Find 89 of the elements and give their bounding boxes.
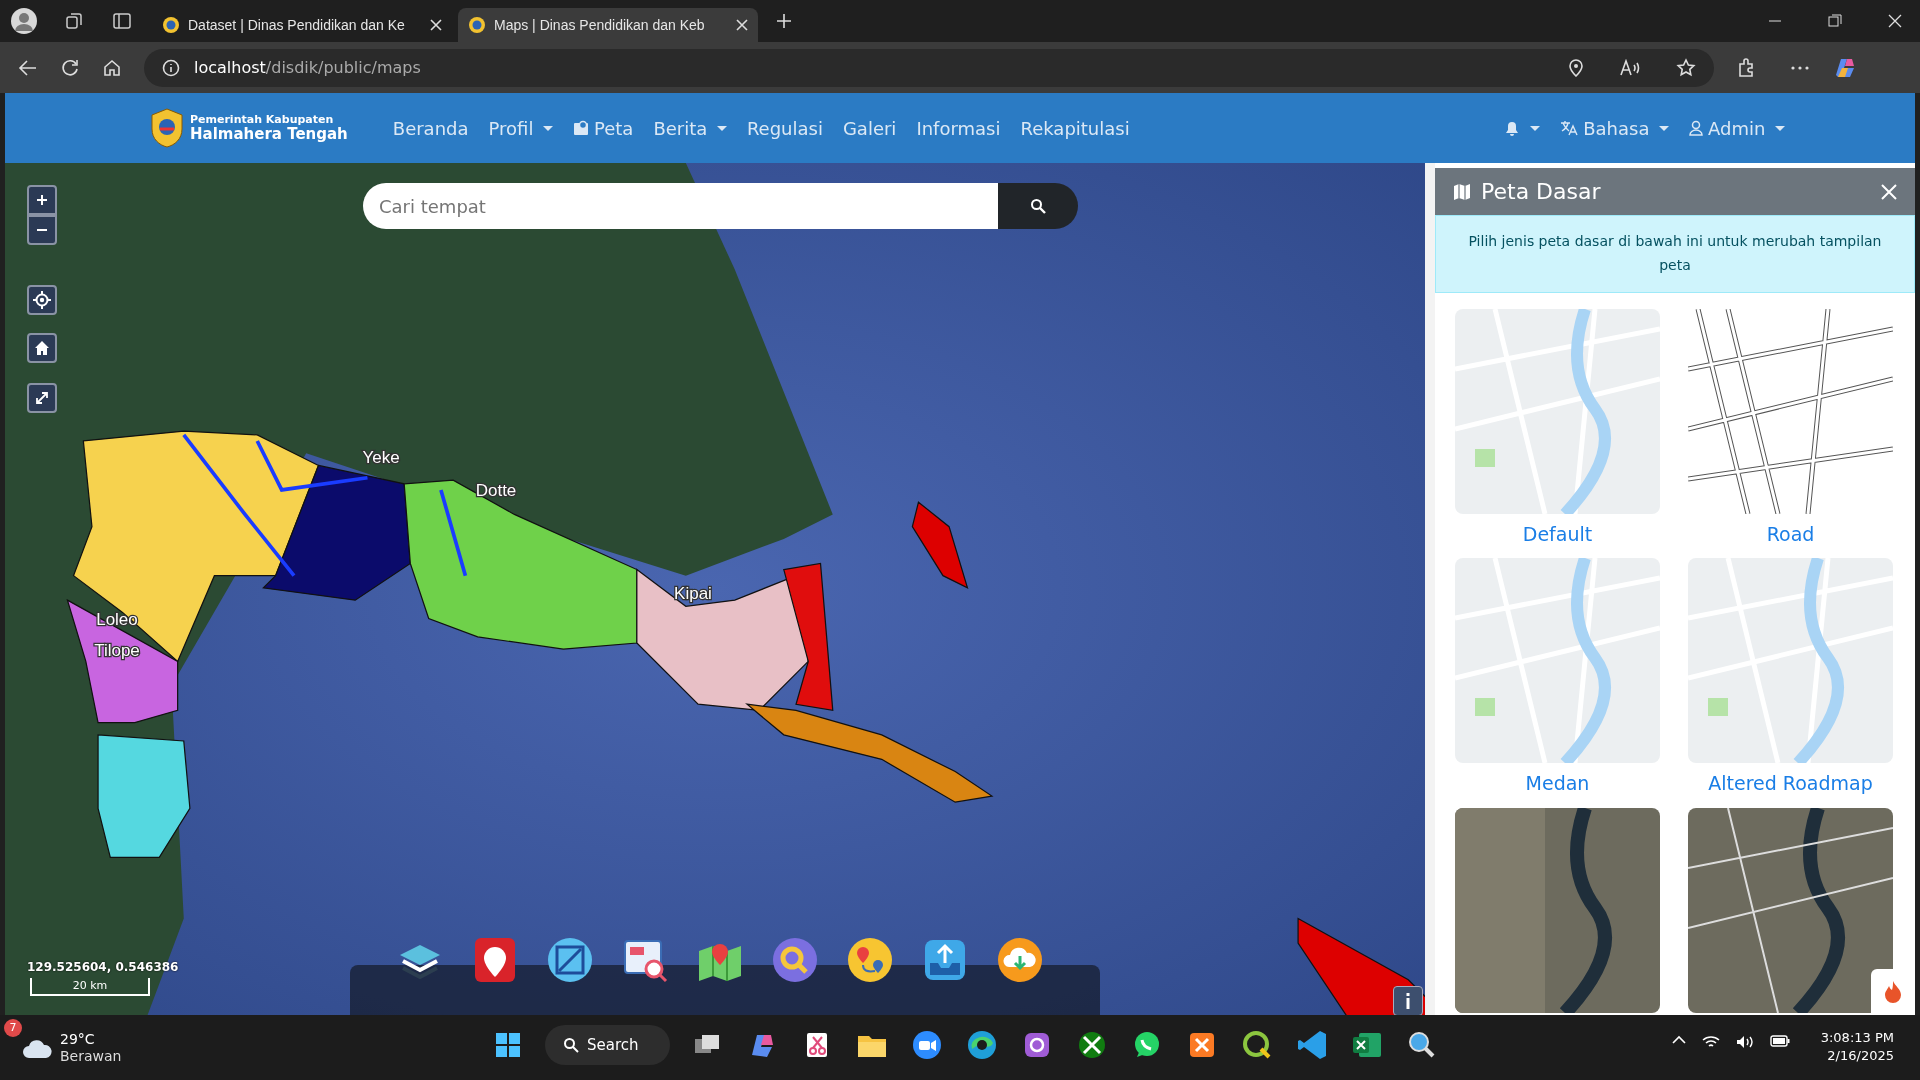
district-region[interactable]	[66, 598, 179, 724]
info-alert: Pilih jenis peta dasar di bawah ini untuk merubah tampilan peta	[1435, 215, 1915, 293]
nav-dropdown[interactable]: Berita	[643, 114, 737, 142]
emblem-icon	[468, 16, 486, 34]
expand-icon	[35, 391, 49, 405]
collections-icon[interactable]	[64, 11, 84, 31]
basemap-option[interactable]: Medan	[1525, 769, 1590, 798]
region-label: Kipai	[674, 584, 712, 603]
read-aloud-icon[interactable]	[1620, 58, 1640, 77]
taskbar-search-button[interactable]: Search	[545, 1025, 670, 1065]
map-pin-icon	[573, 120, 589, 136]
coordinates-readout: 129.525604, 0.546386	[27, 959, 179, 976]
chevron-up-icon[interactable]	[1672, 1035, 1686, 1045]
basemap-thumbnail[interactable]	[1688, 308, 1893, 514]
language-dropdown[interactable]: Bahasa	[1550, 114, 1680, 142]
favorite-star-icon[interactable]	[1676, 57, 1696, 78]
locate-button[interactable]	[27, 285, 57, 315]
tab-sidebar-icon[interactable]	[112, 11, 132, 31]
region-label: Yeke	[362, 448, 400, 467]
wifi-icon[interactable]	[1702, 1035, 1720, 1049]
zoom-in-button[interactable]	[27, 185, 57, 215]
district-region[interactable]	[97, 734, 191, 858]
district-region[interactable]	[745, 703, 994, 803]
home-button[interactable]	[27, 333, 57, 363]
district-region[interactable]	[262, 464, 411, 601]
magnifier-circle-icon[interactable]	[770, 935, 820, 985]
clock[interactable]: 3:08:13 PM 2/16/2025	[1820, 1029, 1894, 1066]
nav-dropdown[interactable]: Profil	[478, 114, 563, 142]
profile-avatar-icon[interactable]	[10, 7, 38, 35]
speaker-icon[interactable]	[1736, 1035, 1754, 1049]
district-region[interactable]	[783, 562, 834, 712]
close-icon[interactable]	[430, 19, 442, 31]
info-icon[interactable]	[162, 58, 180, 77]
temperature-text: 29°C	[60, 1030, 96, 1048]
browser-tab[interactable]: Maps | Dinas Pendidikan dan Keb	[458, 8, 758, 42]
search-icon	[563, 1037, 579, 1053]
emblem-logo-icon[interactable]	[150, 108, 184, 148]
basemap-option[interactable]: Road	[1766, 519, 1815, 549]
nav-link[interactable]: Beranda	[382, 114, 479, 142]
district-region[interactable]	[403, 479, 638, 650]
close-icon[interactable]	[1888, 14, 1902, 28]
emblem-icon	[162, 16, 180, 34]
restore-icon[interactable]	[1828, 14, 1842, 28]
browser-tab[interactable]: Dataset | Dinas Pendidikan dan Ke	[152, 8, 452, 42]
search-button[interactable]	[998, 183, 1078, 229]
extensions-icon[interactable]	[1736, 57, 1756, 78]
location-pin-icon[interactable]	[1568, 58, 1584, 77]
back-icon[interactable]	[18, 57, 38, 78]
nav-link[interactable]: Informasi	[906, 114, 1011, 142]
fullscreen-button[interactable]	[27, 383, 57, 413]
battery-icon[interactable]	[1770, 1035, 1790, 1047]
crosshair-icon	[33, 291, 51, 309]
search-icon	[1030, 198, 1046, 214]
nav-link[interactable]: Rekapitulasi	[1010, 114, 1140, 142]
home-icon	[34, 340, 50, 356]
reload-icon[interactable]	[60, 57, 80, 78]
url-text: localhost/disdik/public/maps	[194, 56, 421, 79]
weather-condition: Berawan	[60, 1047, 122, 1065]
brand-name[interactable]: Pemerintah Kabupaten Halmahera Tengah	[190, 113, 348, 143]
user-icon	[1689, 120, 1704, 136]
district-region[interactable]	[72, 430, 320, 663]
basemap-thumbnail[interactable]	[1455, 807, 1660, 1013]
more-icon[interactable]	[1790, 64, 1810, 71]
info-button[interactable]	[1393, 986, 1423, 1015]
region-label: Tilope	[94, 641, 140, 660]
home-icon[interactable]	[102, 57, 122, 78]
route-pins-icon[interactable]	[845, 935, 895, 985]
flame-icon	[1883, 980, 1903, 1004]
basemap-option[interactable]: Altered Roadmap	[1708, 769, 1873, 798]
region-label: Dotte	[475, 481, 517, 500]
drawing-tools-icon[interactable]	[545, 935, 595, 985]
plus-icon	[37, 195, 47, 205]
new-tab-icon[interactable]	[776, 13, 792, 29]
scale-bar: 20 km	[30, 978, 150, 996]
basemap-option[interactable]: Default	[1522, 519, 1593, 549]
translate-icon	[1560, 120, 1579, 136]
address-bar[interactable]: localhost/disdik/public/maps	[144, 48, 1714, 87]
district-region[interactable]	[636, 568, 809, 711]
info-icon	[1405, 993, 1411, 1009]
nav-link[interactable]: Regulasi	[736, 114, 833, 142]
nav-link[interactable]: Peta	[563, 114, 644, 142]
user-dropdown[interactable]: Admin	[1679, 114, 1795, 142]
map-icon	[1453, 182, 1471, 201]
zoom-out-button[interactable]	[27, 215, 57, 245]
close-icon[interactable]	[736, 19, 748, 31]
notification-badge: 7	[4, 1018, 22, 1037]
nav-link[interactable]: Galeri	[832, 114, 907, 142]
cloud-download-icon[interactable]	[995, 935, 1045, 985]
panel-title: Peta Dasar	[1481, 178, 1602, 206]
